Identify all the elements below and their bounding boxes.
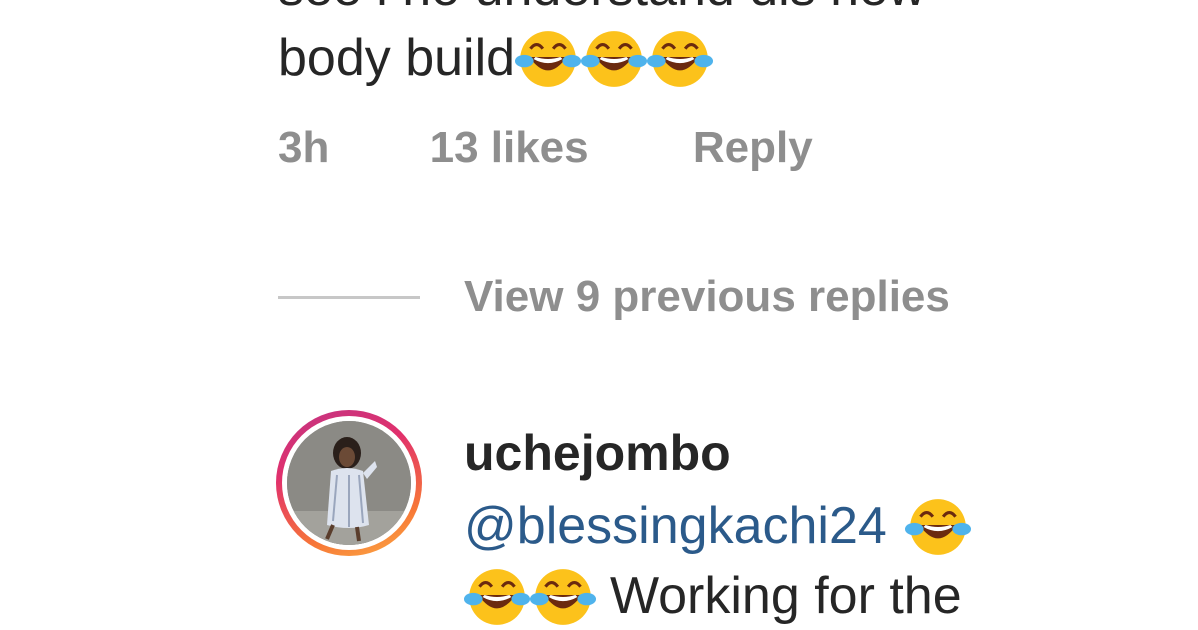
comment-likes-count[interactable]: 13 likes bbox=[430, 122, 589, 175]
view-previous-replies-label: View 9 previous replies bbox=[464, 272, 950, 321]
avatar-photo bbox=[287, 421, 411, 545]
mention-link[interactable]: @blessingkachi24 bbox=[464, 497, 887, 557]
comment-text-line-2: body build bbox=[278, 26, 714, 92]
comment-text-line-1: see i no understand dis new bbox=[278, 0, 926, 14]
face-with-tears-of-joy-icon bbox=[464, 564, 530, 630]
reply-text: Working for the bbox=[610, 567, 962, 626]
reply-button[interactable]: Reply bbox=[693, 122, 813, 175]
reply-text-line-1: @blessingkachi24 bbox=[464, 494, 971, 560]
comment-timestamp: 3h bbox=[278, 123, 330, 172]
reply-text-line-2: Working for the bbox=[464, 564, 962, 630]
view-previous-replies-button[interactable]: View 9 previous replies bbox=[278, 272, 950, 322]
avatar[interactable] bbox=[276, 410, 422, 556]
face-with-tears-of-joy-icon bbox=[647, 26, 714, 92]
face-with-tears-of-joy-icon bbox=[904, 494, 971, 560]
thread-divider-line bbox=[278, 295, 420, 299]
avatar-ring-gap bbox=[282, 416, 416, 550]
reply-username[interactable]: uchejombo bbox=[464, 424, 731, 482]
face-with-tears-of-joy-icon bbox=[515, 26, 582, 92]
face-with-tears-of-joy-icon bbox=[530, 564, 596, 630]
face-with-tears-of-joy-icon bbox=[581, 26, 648, 92]
comment-text: body build bbox=[278, 29, 516, 88]
comment-meta-row: 3h 13 likes Reply bbox=[278, 122, 813, 175]
